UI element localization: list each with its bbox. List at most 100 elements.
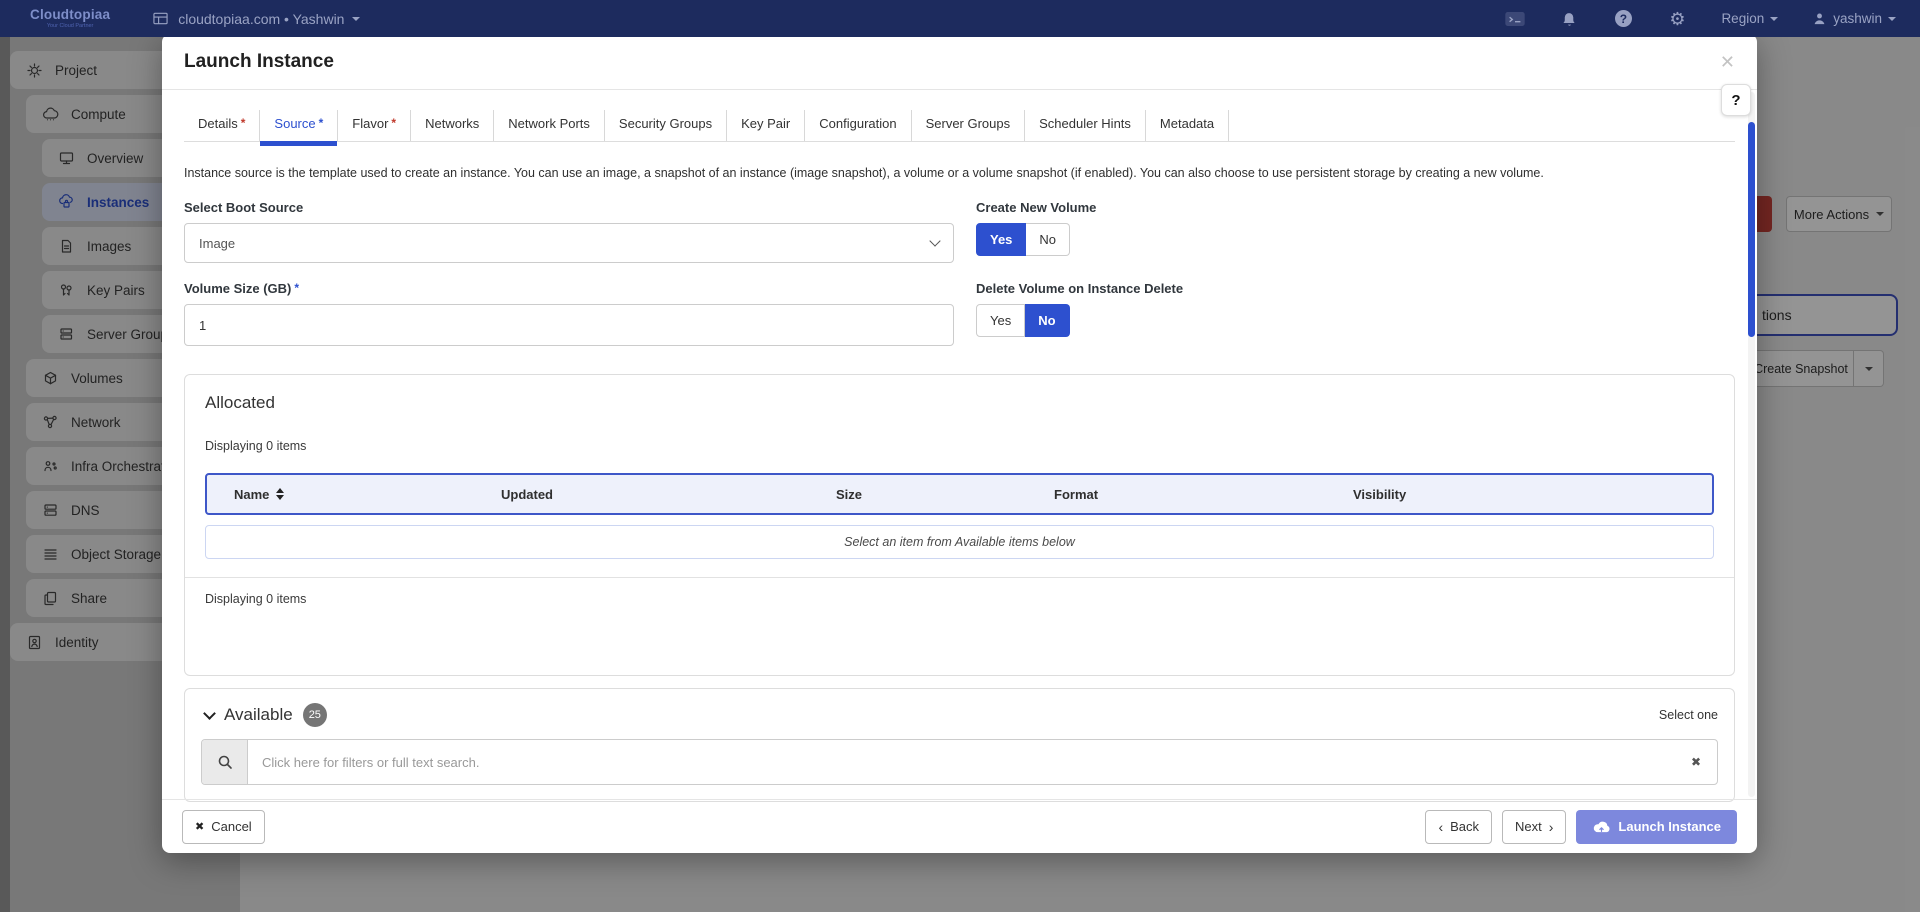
column-header-format[interactable]: Format <box>1054 487 1353 502</box>
required-asterisk: * <box>391 116 397 130</box>
available-section: Available 25 Select one ✖ <box>184 688 1735 802</box>
tab-label: Security Groups <box>618 116 713 131</box>
delete-volume-label: Delete Volume on Instance Delete <box>976 281 1184 296</box>
domain-grid-icon <box>150 9 170 29</box>
tab-label: Network Ports <box>508 116 590 131</box>
region-label: Region <box>1721 11 1765 26</box>
tab-networks[interactable]: Networks <box>411 110 495 141</box>
tab-label: Details <box>198 116 238 131</box>
help-icon[interactable]: ? <box>1613 9 1633 29</box>
top-navbar: Cloudtopiaa Your Cloud Partner cloudtopi… <box>0 0 1920 37</box>
tab-label: Server Groups <box>925 116 1011 131</box>
tab-label: Scheduler Hints <box>1039 116 1131 131</box>
required-asterisk: * <box>294 281 300 295</box>
column-header-updated[interactable]: Updated <box>501 487 836 502</box>
launch-instance-button[interactable]: Launch Instance <box>1576 809 1737 844</box>
available-count-badge: 25 <box>302 703 327 727</box>
tab-label: Metadata <box>1159 116 1215 131</box>
wizard-tabs: Details * Source * Flavor * Networks Network Po… <box>184 110 1735 146</box>
source-description: Instance source is the template used to … <box>184 166 1544 180</box>
tab-label: Key Pair <box>741 116 791 131</box>
brand-logo[interactable]: Cloudtopiaa Your Cloud Partner <box>30 8 110 29</box>
next-button[interactable]: Next › <box>1502 809 1567 844</box>
available-search: ✖ <box>201 739 1718 785</box>
cloud-upload-icon <box>1594 821 1610 832</box>
clear-search-icon[interactable]: ✖ <box>1675 740 1717 784</box>
cancel-button[interactable]: ✖ Cancel <box>182 809 265 844</box>
tab-label: Source <box>274 116 316 131</box>
tab-label: Networks <box>425 116 480 131</box>
user-icon <box>1814 13 1825 25</box>
tab-network-ports[interactable]: Network Ports <box>494 110 605 141</box>
close-icon[interactable]: ✕ <box>1720 53 1735 71</box>
user-label: yashwin <box>1833 11 1882 26</box>
create-new-volume-label: Create New Volume <box>976 200 1097 215</box>
volume-size-label: Volume Size (GB) * <box>184 281 300 296</box>
create-volume-yes-button[interactable]: Yes <box>976 223 1027 256</box>
modal-title: Launch Instance <box>184 50 334 72</box>
launch-instance-modal: Launch Instance ✕ ? Details * Source * Flavo… <box>162 34 1757 853</box>
allocated-section: Allocated Displaying 0 items Name Updated… <box>184 374 1735 676</box>
tab-key-pair[interactable]: Key Pair <box>727 110 806 141</box>
tab-flavor[interactable]: Flavor * <box>338 110 412 141</box>
tab-label: Flavor <box>352 116 389 131</box>
divider <box>185 577 1734 578</box>
tab-label: Configuration <box>819 116 897 131</box>
modal-header: Launch Instance ✕ <box>162 34 1757 90</box>
delete-volume-no-button[interactable]: No <box>1025 304 1070 337</box>
column-header-size[interactable]: Size <box>836 487 1054 502</box>
chevron-right-icon: › <box>1548 818 1554 835</box>
tab-metadata[interactable]: Metadata <box>1146 110 1230 141</box>
column-label: Format <box>1054 486 1099 502</box>
bell-icon[interactable] <box>1559 9 1579 29</box>
chevron-down-icon <box>352 16 361 21</box>
region-dropdown[interactable]: Region <box>1721 11 1779 26</box>
modal-footer: ✖ Cancel ‹ Back Next › Launch Instance <box>162 799 1757 853</box>
column-header-name[interactable]: Name <box>207 487 501 502</box>
modal-scrollbar-thumb[interactable] <box>1748 122 1755 337</box>
boot-source-value: Image <box>199 235 236 251</box>
tab-details[interactable]: Details * <box>184 110 261 141</box>
brand-name: Cloudtopiaa <box>30 7 111 22</box>
allocated-heading: Allocated <box>205 393 275 412</box>
modal-scrollbar-track <box>1748 92 1755 797</box>
boot-source-select[interactable]: Image <box>184 223 954 263</box>
tab-server-groups[interactable]: Server Groups <box>912 110 1026 141</box>
x-icon: ✖ <box>195 821 205 833</box>
volume-size-input[interactable] <box>184 304 954 346</box>
allocated-count: Displaying 0 items <box>205 439 307 453</box>
modal-body: Details * Source * Flavor * Networks Network Po… <box>162 110 1757 802</box>
select-one-hint: Select one <box>1658 708 1718 722</box>
boot-source-label: Select Boot Source <box>184 200 304 215</box>
required-asterisk: * <box>240 116 246 130</box>
available-header: Available 25 Select one <box>201 703 1718 727</box>
tab-source[interactable]: Source * <box>260 110 339 146</box>
column-header-visibility[interactable]: Visibility <box>1353 487 1712 502</box>
back-button[interactable]: ‹ Back <box>1425 809 1493 844</box>
available-heading: Available <box>224 705 293 724</box>
source-form-row-2: Volume Size (GB)* Delete Volume on Insta… <box>184 281 1735 346</box>
gear-icon[interactable]: ⚙ <box>1667 9 1687 29</box>
allocated-count-bottom: Displaying 0 items <box>205 592 307 606</box>
search-input[interactable] <box>248 740 1675 784</box>
column-label: Visibility <box>1353 486 1407 502</box>
tab-scheduler-hints[interactable]: Scheduler Hints <box>1025 110 1146 141</box>
tab-security-groups[interactable]: Security Groups <box>605 110 728 141</box>
create-new-volume-toggle: Yes No <box>976 223 1071 256</box>
terminal-icon[interactable] <box>1505 9 1526 29</box>
search-icon <box>202 740 248 784</box>
create-volume-no-button[interactable]: No <box>1026 223 1071 256</box>
wizard-help-button[interactable]: ? <box>1721 84 1751 116</box>
user-menu[interactable]: yashwin <box>1812 11 1896 26</box>
brand-tagline: Your Cloud Partner <box>46 22 94 29</box>
chevron-down-icon <box>1888 16 1896 21</box>
allocated-empty-row: Select an item from Available items belo… <box>205 525 1714 559</box>
tab-configuration[interactable]: Configuration <box>805 110 912 141</box>
context-label: cloudtopiaa.com • Yashwin <box>178 10 345 27</box>
required-asterisk: * <box>318 116 324 130</box>
delete-volume-yes-button[interactable]: Yes <box>976 304 1026 337</box>
column-label: Name <box>234 486 270 502</box>
chevron-left-icon: ‹ <box>1438 818 1444 835</box>
collapse-chevron-icon[interactable] <box>203 706 216 720</box>
project-context-dropdown[interactable]: cloudtopiaa.com • Yashwin <box>150 9 361 29</box>
